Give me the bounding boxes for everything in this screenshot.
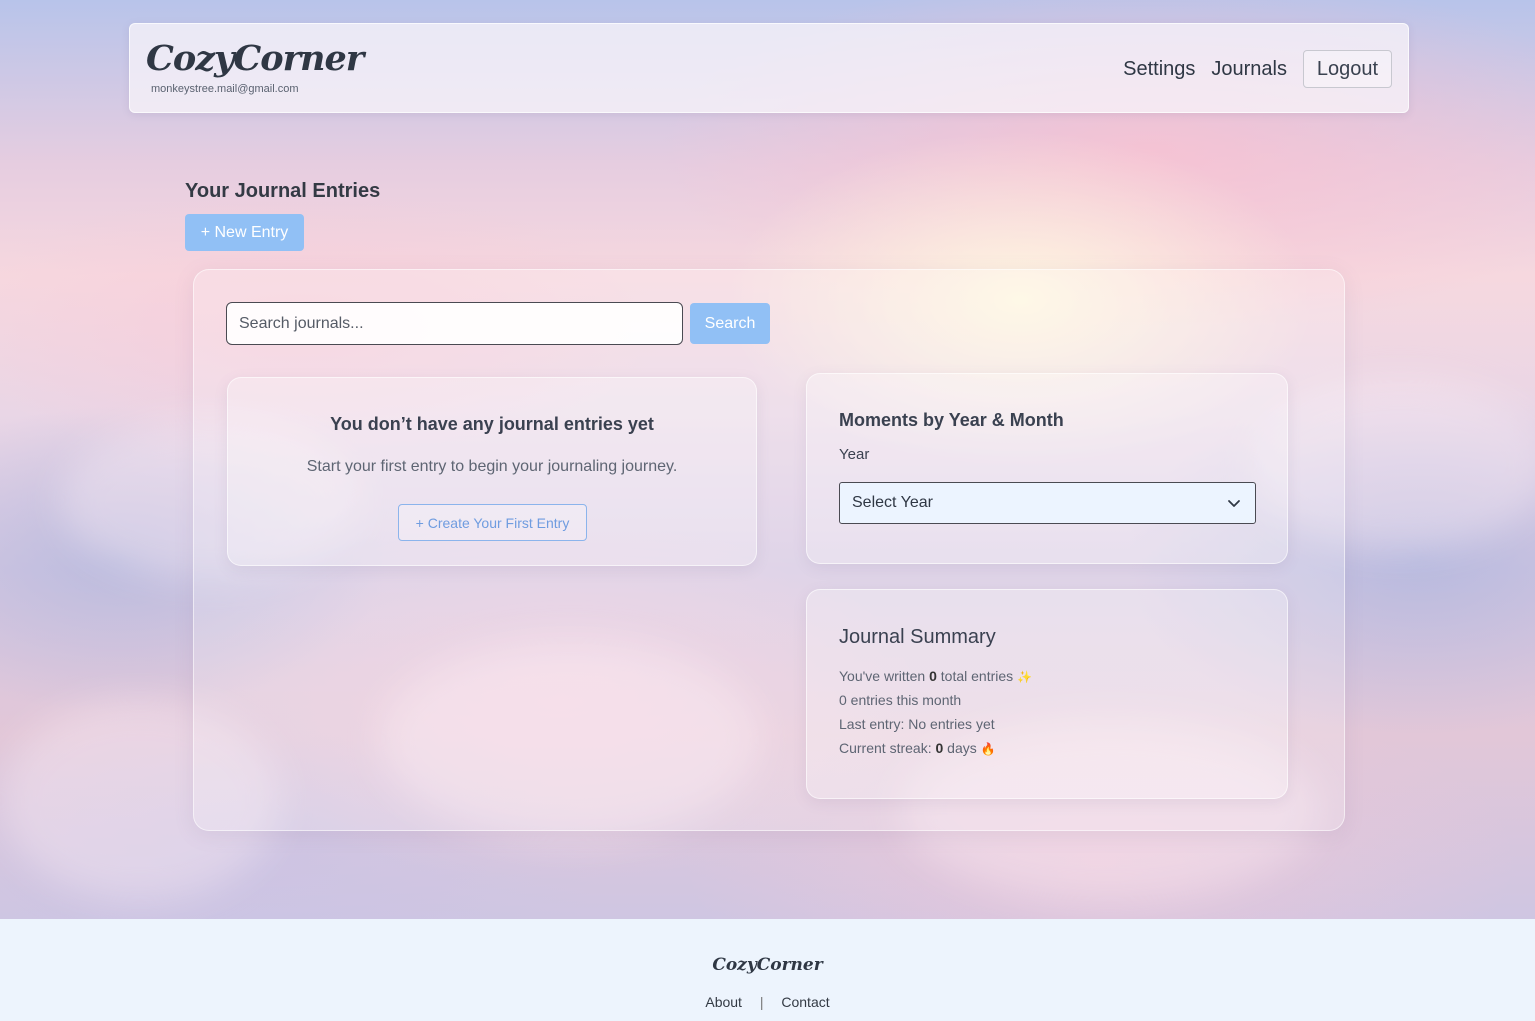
navbar: CozyCorner monkeystree.mail@gmail.com Se… (129, 23, 1409, 113)
brand-logo[interactable]: CozyCorner (146, 38, 364, 79)
user-email: monkeystree.mail@gmail.com (151, 83, 299, 95)
summary-total-suffix: total entries (936, 668, 1014, 684)
page-title: Your Journal Entries (185, 180, 381, 202)
year-select-value: Select Year (852, 494, 933, 511)
summary-month: 0 entries this month (839, 692, 962, 708)
sparkle-icon: ✨ (1017, 670, 1033, 684)
empty-state-subtitle: Start your first entry to begin your jou… (306, 458, 678, 475)
year-select[interactable]: Select Year (839, 482, 1256, 524)
fire-icon: 🔥 (980, 742, 996, 756)
nav-settings-link[interactable]: Settings (1123, 58, 1195, 81)
summary-total-prefix: You've written (839, 668, 930, 684)
journal-panel: Search You don’t have any journal entrie… (193, 269, 1345, 831)
nav-journals-link[interactable]: Journals (1211, 58, 1287, 81)
new-entry-button[interactable]: + New Entry (185, 214, 304, 251)
empty-state-title: You don’t have any journal entries yet (330, 414, 654, 434)
chevron-down-icon (1228, 500, 1240, 507)
summary-streak: Current streak: 0 days 🔥 (839, 740, 996, 756)
footer-brand: CozyCorner (712, 955, 823, 975)
create-first-entry-button[interactable]: + Create Your First Entry (398, 504, 587, 541)
summary-last-entry: Last entry: No entries yet (839, 716, 995, 732)
logout-button[interactable]: Logout (1303, 50, 1392, 88)
nav-links: Settings Journals Logout (1123, 50, 1392, 88)
summary-total: You've written 0 total entries ✨ (839, 668, 1032, 684)
moments-title: Moments by Year & Month (839, 410, 1064, 430)
footer-about-link[interactable]: About (705, 994, 742, 1010)
footer-contact-link[interactable]: Contact (781, 994, 829, 1010)
summary-title: Journal Summary (839, 626, 996, 648)
footer-links: About | Contact (0, 994, 1535, 1010)
moments-card: Moments by Year & Month Year Select Year (806, 373, 1288, 564)
summary-streak-prefix: Current streak: (839, 740, 936, 756)
summary-streak-suffix: days (943, 740, 977, 756)
footer-separator: | (759, 994, 764, 1010)
year-label: Year (839, 446, 870, 463)
summary-total-count: 0 (929, 668, 937, 684)
summary-card: Journal Summary You've written 0 total e… (806, 589, 1288, 799)
search-input[interactable] (226, 302, 683, 345)
empty-state-card: You don’t have any journal entries yet S… (227, 377, 757, 566)
search-button[interactable]: Search (690, 303, 770, 344)
footer: CozyCorner About | Contact (0, 919, 1535, 1021)
